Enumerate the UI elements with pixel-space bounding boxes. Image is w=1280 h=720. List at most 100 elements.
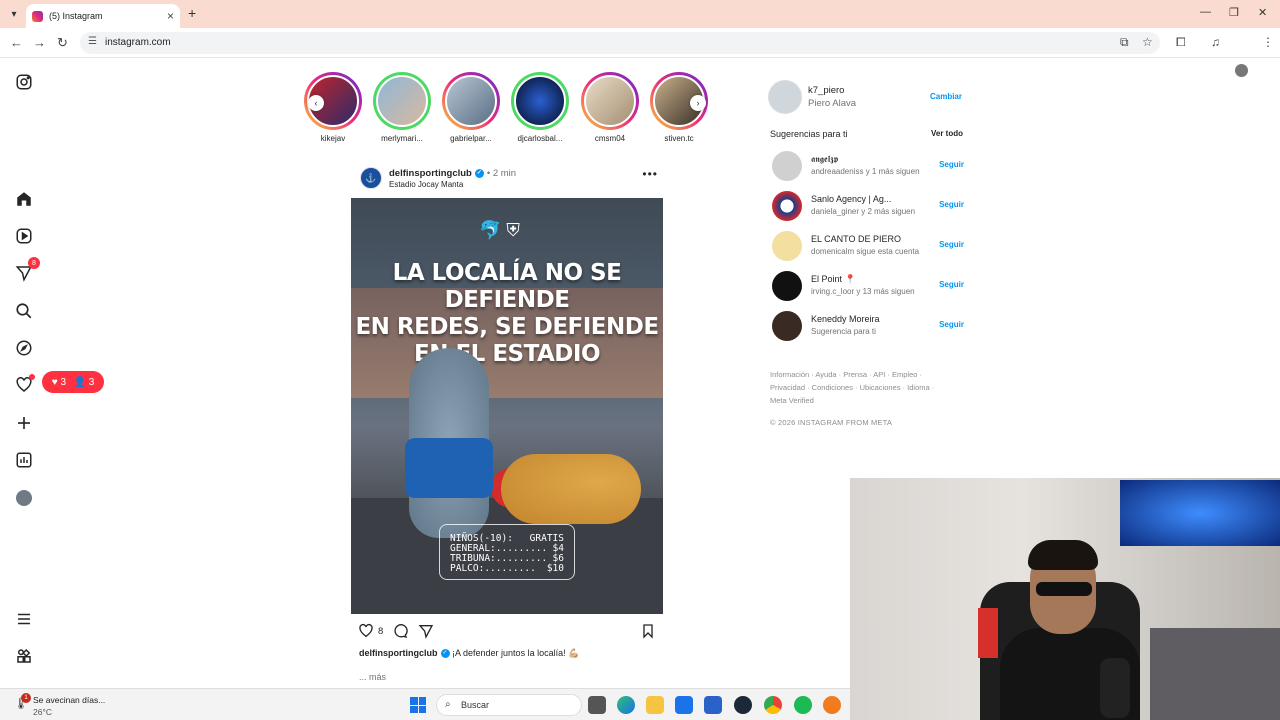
post-location[interactable]: Estadio Jocay Manta (389, 180, 463, 189)
post-options-icon[interactable]: ••• (642, 167, 658, 181)
dashboard-icon[interactable] (14, 450, 34, 470)
verified-badge-icon: ✓ (440, 649, 450, 659)
threads-apps-icon[interactable] (14, 646, 34, 666)
minimize-icon[interactable]: — (1200, 6, 1211, 18)
microphone-icon (1100, 658, 1130, 718)
post-caption: delfinsportingclub ✓ ¡A defender juntos l… (359, 648, 580, 659)
profile-avatar-icon[interactable] (1235, 64, 1248, 77)
stories-tray: kikejav merlymari... gabrielpar... djcar… (302, 72, 712, 146)
suggestion-item: EL CANTO DE PIERO domenicalm sigue esta … (772, 231, 964, 263)
caption-more-link[interactable]: ... más (359, 672, 386, 682)
tab-search-chevron-icon[interactable]: ▾ (6, 6, 22, 22)
follow-button[interactable]: Seguir (939, 160, 964, 169)
instagram-left-nav: 8 (0, 58, 48, 688)
like-count[interactable]: 8 (378, 626, 383, 637)
steam-icon[interactable] (734, 696, 752, 714)
post-author-avatar[interactable]: ⚓ (360, 167, 382, 189)
tab-title: (5) Instagram (49, 11, 103, 21)
suggestion-avatar[interactable] (772, 311, 802, 341)
browser-tab-instagram[interactable]: (5) Instagram × (26, 4, 180, 28)
cast-icon[interactable]: ⧉ (1120, 35, 1129, 50)
activity-notification-pill[interactable]: ♥ 3 👤 3 (42, 371, 104, 393)
store-icon[interactable] (675, 696, 693, 714)
explore-compass-icon[interactable] (14, 338, 34, 358)
see-all-link[interactable]: Ver todo (931, 129, 963, 138)
post-header: ⚓ delfinsportingclub ✓ • 2 min Estadio Joc… (360, 167, 664, 191)
story-item[interactable]: merlymari... (372, 72, 432, 143)
suggestion-avatar[interactable] (772, 271, 802, 301)
stories-prev-arrow-icon[interactable]: ‹ (308, 95, 324, 111)
post-actions: 8 (358, 623, 658, 643)
search-icon: ⌕ (445, 699, 451, 710)
url-text: instagram.com (105, 37, 171, 48)
reload-icon[interactable]: ↻ (57, 35, 68, 51)
outlook-icon[interactable] (704, 696, 722, 714)
forward-icon[interactable]: → (33, 35, 46, 50)
create-plus-icon[interactable] (14, 413, 34, 433)
suggestions-title: Sugerencias para ti (770, 129, 848, 139)
story-item[interactable]: djcarlosbal... (510, 72, 570, 143)
suggestion-item: El Point 📍 irving.c_loor y 13 más siguen… (772, 271, 964, 303)
follow-button[interactable]: Seguir (939, 200, 964, 209)
comment-icon[interactable] (392, 623, 408, 644)
back-icon[interactable]: ← (10, 35, 23, 50)
spotify-icon[interactable] (794, 696, 812, 714)
browser-menu-icon[interactable]: ⋮ (1262, 35, 1274, 49)
ticket-prices: NIÑOS(-10): GRATIS GENERAL:......... $4 TR… (439, 524, 575, 580)
weather-badge: 1 (21, 693, 31, 703)
lion-illustration (501, 454, 641, 524)
task-view-icon[interactable] (588, 696, 606, 714)
media-controls-icon[interactable]: ♫ (1211, 35, 1220, 49)
follow-button[interactable]: Seguir (939, 320, 964, 329)
site-info-icon[interactable]: ☰ (88, 36, 97, 47)
instagram-logo-icon[interactable] (14, 72, 34, 92)
restore-icon[interactable]: ❐ (1229, 6, 1239, 19)
messages-badge: 8 (28, 257, 40, 269)
switch-account-button[interactable]: Cambiar (930, 92, 962, 101)
suggestion-avatar[interactable] (772, 151, 802, 181)
current-user-card: k7_piero Piero Alava Cambiar (768, 80, 964, 114)
follow-button[interactable]: Seguir (939, 280, 964, 289)
suggestion-item: Sanlo Agency | Ag... daniela_giner y 2 m… (772, 191, 964, 223)
stories-next-arrow-icon[interactable]: › (690, 95, 706, 111)
more-menu-icon[interactable] (14, 609, 34, 629)
edge-icon[interactable] (617, 696, 635, 714)
suggestion-avatar[interactable] (772, 191, 802, 221)
windows-taskbar: 🌡 1 Se avecinan días... 26°C ⌕ Buscar (0, 688, 850, 720)
bookmark-star-icon[interactable]: ☆ (1142, 35, 1153, 49)
browser-tab-bar: ▾ (5) Instagram × + — ❐ ✕ (0, 0, 1280, 28)
like-heart-icon[interactable] (358, 623, 374, 644)
close-window-icon[interactable]: ✕ (1258, 6, 1267, 19)
follow-button[interactable]: Seguir (939, 240, 964, 249)
url-bar[interactable]: ☰ instagram.com (80, 32, 1160, 54)
reels-icon[interactable] (14, 226, 34, 246)
current-username[interactable]: k7_piero (808, 85, 844, 96)
profile-avatar[interactable] (14, 488, 34, 508)
vlc-icon[interactable] (823, 696, 841, 714)
story-item[interactable]: gabrielpar... (441, 72, 501, 143)
story-item[interactable]: cmsm04 (580, 72, 640, 143)
webcam-overlay (850, 478, 1280, 720)
notifications-heart-icon[interactable] (14, 374, 35, 395)
home-icon[interactable] (14, 189, 34, 209)
new-tab-button[interactable]: + (188, 5, 196, 21)
suggestion-avatar[interactable] (772, 231, 802, 261)
notification-dot (29, 374, 35, 380)
share-icon[interactable] (418, 623, 434, 644)
search-icon[interactable] (14, 301, 34, 321)
messages-icon[interactable]: 8 (14, 257, 40, 283)
suggestion-item: 𝖆𝖓𝖌𝖊𝖑𝖟𝖕 andreaadeniss y 1 más siguen Seg… (772, 151, 964, 183)
windows-start-icon[interactable] (410, 697, 426, 713)
likes-count-item: ♥ 3 (51, 376, 66, 388)
chrome-icon[interactable] (764, 696, 782, 714)
extensions-icon[interactable]: ⧠ (1176, 35, 1186, 50)
file-explorer-icon[interactable] (646, 696, 664, 714)
current-user-avatar[interactable] (768, 80, 802, 114)
post-image[interactable]: 🐬 ⛨ LA LOCALÍA NO SE DEFIENDE EN REDES, … (351, 198, 663, 614)
follows-count-item: 👤 3 (73, 376, 95, 388)
close-tab-icon[interactable]: × (167, 9, 174, 23)
save-bookmark-icon[interactable] (640, 623, 656, 644)
taskbar-search-input[interactable]: ⌕ Buscar (436, 694, 582, 716)
footer-links[interactable]: Información · Ayuda · Prensa · API · Emp… (770, 368, 945, 407)
post-author[interactable]: delfinsportingclub ✓ • 2 min (389, 168, 516, 179)
